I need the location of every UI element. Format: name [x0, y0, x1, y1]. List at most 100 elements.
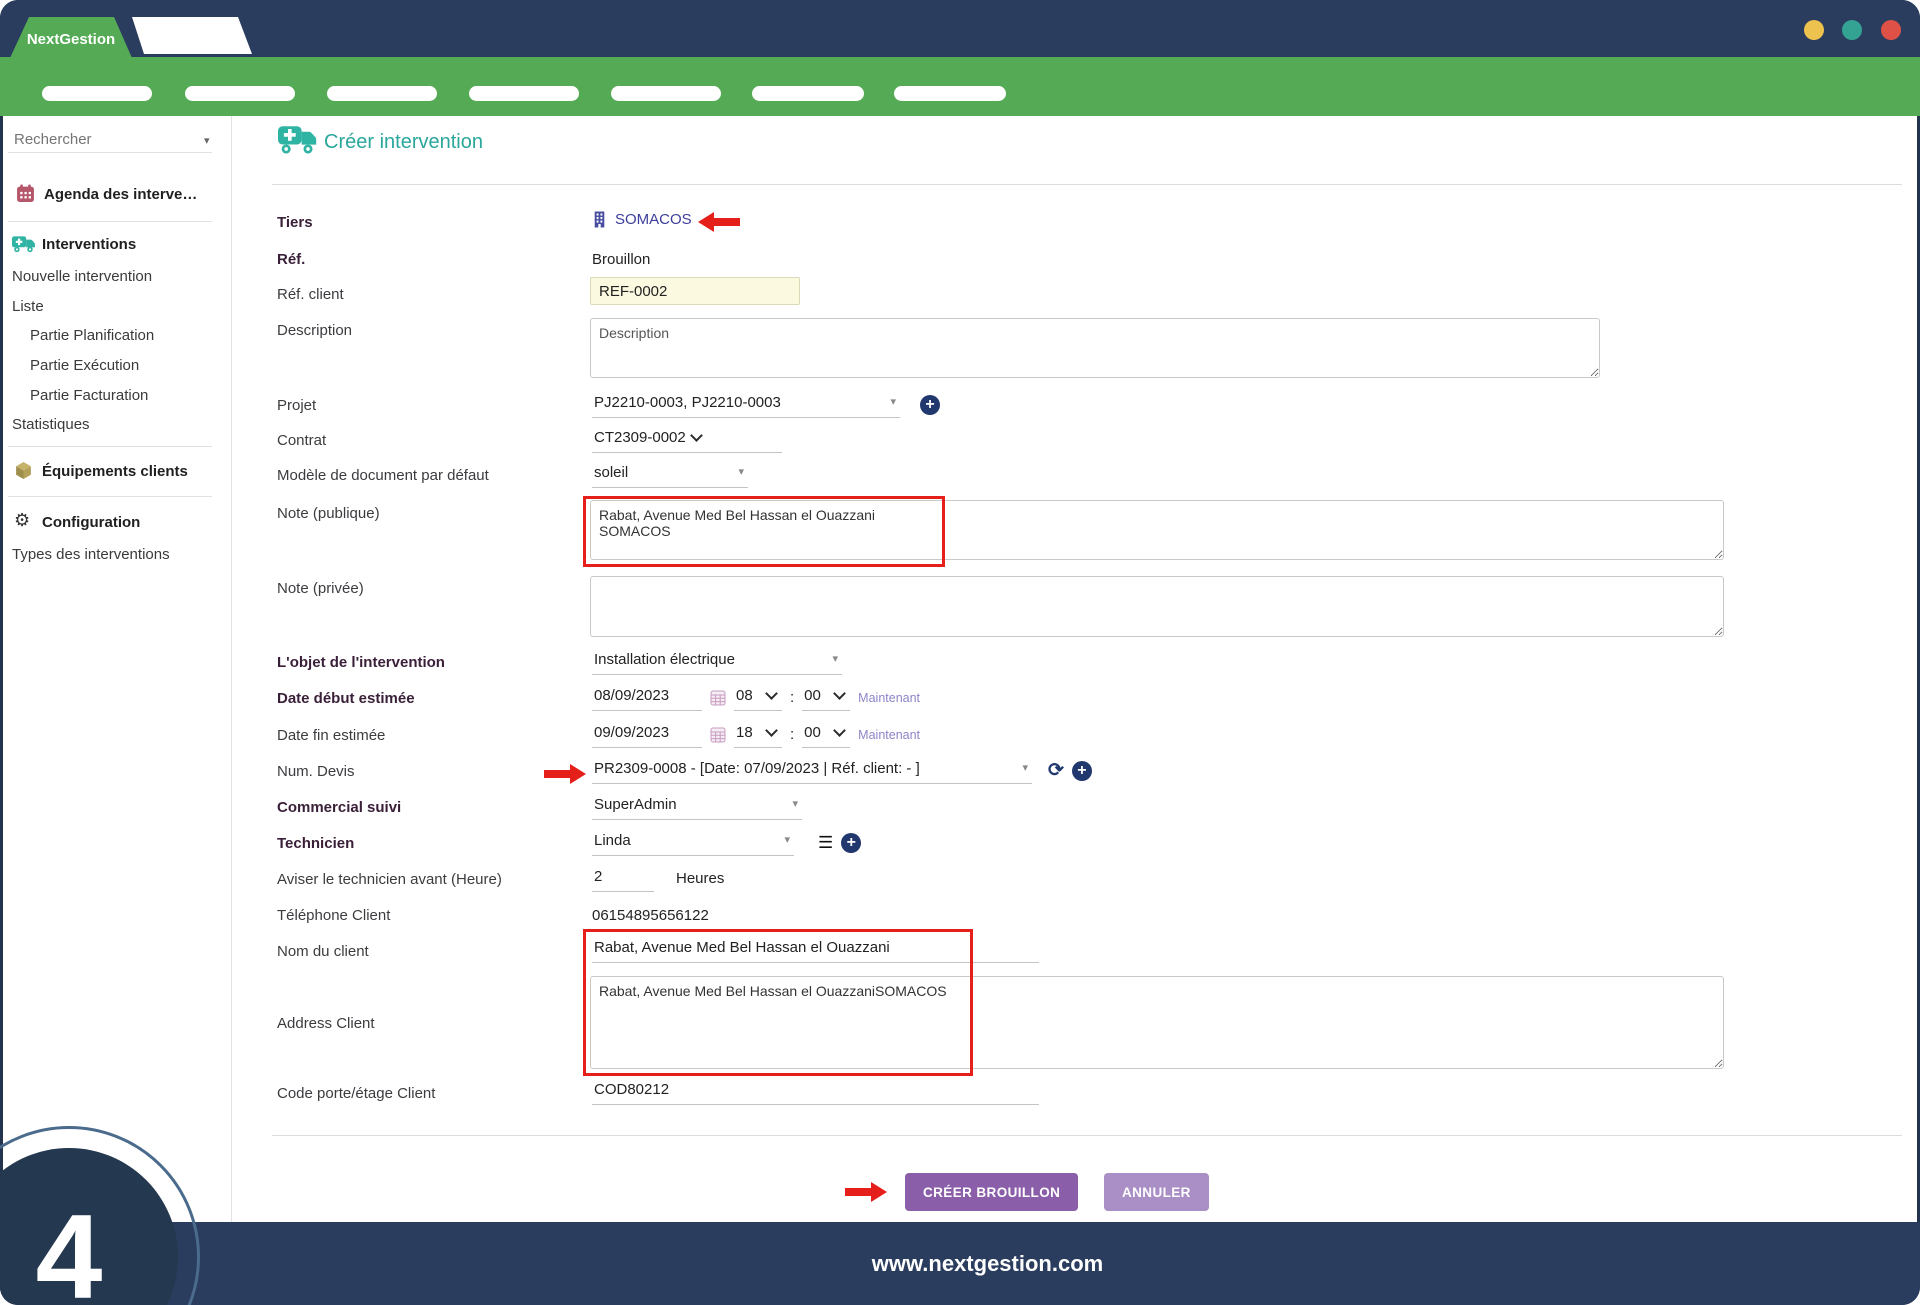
search-caret-icon[interactable]: ▾: [204, 136, 210, 147]
contrat-select[interactable]: CT2309-0002: [592, 426, 782, 453]
sidebar-item-configuration[interactable]: Configuration: [42, 514, 140, 531]
sidebar-item-agenda[interactable]: Agenda des interve…: [44, 186, 197, 203]
sidebar-item-partie-execution[interactable]: Partie Exécution: [30, 357, 139, 374]
chevron-down-icon: [833, 724, 846, 737]
add-devis-button[interactable]: +: [1072, 761, 1092, 781]
aviser-input[interactable]: [592, 865, 654, 892]
tiers-link[interactable]: SOMACOS: [615, 211, 692, 228]
description-textarea[interactable]: [590, 318, 1600, 378]
footer-bar: www.nextgestion.com: [0, 1222, 1920, 1305]
note-privee-textarea[interactable]: [590, 576, 1724, 637]
add-project-button[interactable]: +: [920, 395, 940, 415]
num-devis-select[interactable]: PR2309-0008 - [Date: 07/09/2023 | Réf. c…: [592, 757, 1032, 784]
code-porte-input[interactable]: [592, 1078, 1039, 1105]
gear-icon: ⚙: [14, 510, 30, 531]
window-dot-yellow[interactable]: [1804, 20, 1824, 40]
date-fin-input[interactable]: 09/09/2023: [592, 721, 702, 748]
divider: [8, 496, 212, 497]
menu-pill-3[interactable]: [327, 86, 437, 101]
menu-pill-5[interactable]: [611, 86, 721, 101]
chevron-down-icon: [690, 429, 703, 442]
hour-fin-select[interactable]: 18: [734, 721, 782, 748]
datepicker-icon[interactable]: [710, 690, 726, 706]
maintenant-link[interactable]: Maintenant: [858, 691, 920, 705]
menu-pill-7[interactable]: [894, 86, 1006, 101]
create-brouillon-button[interactable]: CRÉER BROUILLON: [905, 1173, 1078, 1211]
modele-label: Modèle de document par défaut: [277, 467, 489, 484]
modele-select[interactable]: soleil ▾: [592, 461, 748, 488]
divider: [8, 152, 212, 153]
commercial-select[interactable]: SuperAdmin ▾: [592, 793, 802, 820]
dropdown-caret-icon: ▾: [1022, 763, 1028, 774]
create-intervention-truck-icon: [278, 124, 318, 159]
sidebar-item-nouvelle-intervention[interactable]: Nouvelle intervention: [12, 268, 152, 285]
projet-select[interactable]: PJ2210-0003, PJ2210-0003 ▾: [592, 391, 900, 418]
sidebar-divider: [231, 116, 232, 1222]
sidebar-item-equipements-clients[interactable]: Équipements clients: [42, 463, 188, 480]
address-client-textarea[interactable]: Rabat, Avenue Med Bel Hassan el Ouazzani…: [590, 976, 1724, 1069]
datepicker-icon[interactable]: [710, 727, 726, 743]
note-privee-label: Note (privée): [277, 580, 364, 597]
technicien-label: Technicien: [277, 835, 354, 852]
hour-debut-select[interactable]: 08: [734, 684, 782, 711]
code-porte-label: Code porte/étage Client: [277, 1085, 435, 1102]
maintenant-link[interactable]: Maintenant: [858, 728, 920, 742]
annotation-arrow-devis: [544, 764, 586, 784]
note-publique-textarea[interactable]: Rabat, Avenue Med Bel Hassan el Ouazzani…: [590, 500, 1724, 560]
num-devis-label: Num. Devis: [277, 763, 355, 780]
ref-label: Réf.: [277, 251, 305, 268]
aviser-label: Aviser le technicien avant (Heure): [277, 871, 502, 888]
box-icon: [14, 461, 33, 485]
divider: [272, 184, 1902, 185]
annuler-button[interactable]: ANNULER: [1104, 1173, 1209, 1211]
menu-pill-1[interactable]: [42, 86, 152, 101]
brand-tab[interactable]: NextGestion: [10, 17, 132, 58]
sidebar-item-types-des-interventions[interactable]: Types des interventions: [12, 546, 170, 563]
divider: [8, 221, 212, 222]
projet-label: Projet: [277, 397, 316, 414]
search-input[interactable]: [12, 130, 186, 149]
sidebar-item-liste[interactable]: Liste: [12, 298, 44, 315]
truck-icon: [12, 235, 36, 258]
list-icon[interactable]: ☰: [818, 834, 833, 851]
minute-fin-select[interactable]: 00: [802, 721, 850, 748]
dropdown-caret-icon: ▾: [792, 799, 798, 810]
ref-client-label: Réf. client: [277, 286, 344, 303]
add-technicien-button[interactable]: +: [841, 833, 861, 853]
window-dot-teal[interactable]: [1842, 20, 1862, 40]
dropdown-caret-icon: ▾: [784, 835, 790, 846]
app-window: NextGestion ▾ Agenda des interve… Interv…: [0, 0, 1920, 1305]
nom-client-label: Nom du client: [277, 943, 369, 960]
dropdown-caret-icon: ▾: [832, 654, 838, 665]
window-dot-red[interactable]: [1881, 20, 1901, 40]
contrat-label: Contrat: [277, 432, 326, 449]
calendar-icon: [16, 184, 35, 208]
secondary-tab[interactable]: [130, 17, 254, 54]
nom-client-input[interactable]: [592, 936, 1039, 963]
building-icon: [592, 211, 607, 228]
chevron-down-icon: [765, 724, 778, 737]
chevron-down-icon: [765, 687, 778, 700]
sidebar-item-statistiques[interactable]: Statistiques: [12, 416, 90, 433]
objet-select[interactable]: Installation électrique ▾: [592, 648, 842, 675]
menu-pill-4[interactable]: [469, 86, 579, 101]
telephone-value[interactable]: 06154895656122: [592, 907, 709, 924]
objet-label: L'objet de l'intervention: [277, 654, 445, 671]
sidebar-item-partie-facturation[interactable]: Partie Facturation: [30, 387, 148, 404]
date-fin-label: Date fin estimée: [277, 727, 385, 744]
address-client-label: Address Client: [277, 1015, 375, 1032]
ref-client-input[interactable]: [590, 277, 800, 305]
technicien-select[interactable]: Linda ▾: [592, 829, 794, 856]
sidebar-item-partie-planification[interactable]: Partie Planification: [30, 327, 154, 344]
annotation-arrow-tiers: [698, 212, 740, 232]
step-badge: 4: [0, 1126, 200, 1305]
refresh-icon[interactable]: ⟳: [1048, 761, 1064, 780]
minute-debut-select[interactable]: 00: [802, 684, 850, 711]
time-separator: :: [790, 689, 794, 706]
divider: [272, 1135, 1902, 1136]
menu-pill-2[interactable]: [185, 86, 295, 101]
menu-pill-6[interactable]: [752, 86, 864, 101]
date-debut-label: Date début estimée: [277, 690, 415, 707]
date-debut-input[interactable]: 08/09/2023: [592, 684, 702, 711]
sidebar-item-interventions[interactable]: Interventions: [42, 236, 136, 253]
